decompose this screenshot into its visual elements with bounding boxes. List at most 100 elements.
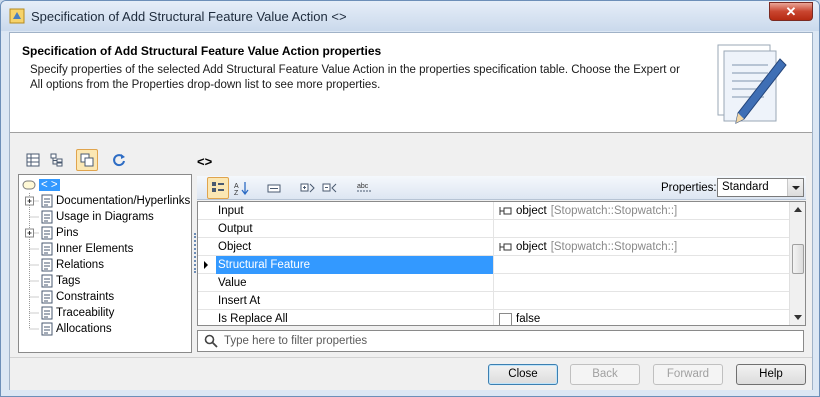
search-icon	[204, 334, 218, 348]
property-name: Insert At	[216, 292, 494, 310]
tree-item[interactable]: Traceability	[23, 305, 114, 321]
dialog-header: Specification of Add Structural Feature …	[10, 33, 812, 133]
property-value[interactable]: false	[495, 310, 790, 326]
tree-item[interactable]: Pins	[23, 225, 78, 241]
tree-connector	[25, 193, 39, 209]
property-row[interactable]: Insert At	[198, 292, 790, 310]
document-pencil-icon	[717, 44, 787, 124]
tree-item-label: Usage in Diagrams	[56, 211, 154, 223]
property-value-text: object	[516, 241, 547, 253]
tree-item-label: Relations	[56, 259, 104, 271]
property-value[interactable]	[495, 274, 790, 292]
window-close-button[interactable]: ✕	[769, 2, 813, 21]
description-panel-icon[interactable]	[263, 177, 285, 199]
filter-properties-input[interactable]: Type here to filter properties	[197, 330, 804, 352]
property-row[interactable]: Value	[198, 274, 790, 292]
page-icon	[41, 258, 53, 272]
page-icon	[41, 306, 53, 320]
property-value[interactable]: object [Stopwatch::Stopwatch::]	[495, 202, 790, 220]
specification-dialog: Specification of Add Structural Feature …	[0, 0, 820, 397]
header-description: Specify properties of the selected Add S…	[30, 64, 680, 91]
scrollbar-thumb[interactable]	[792, 244, 804, 274]
properties-mode-value: Standard	[722, 181, 769, 193]
property-value[interactable]	[495, 292, 790, 310]
close-button[interactable]: Close	[488, 364, 558, 385]
dialog-footer: Close Back Forward Help	[10, 357, 812, 390]
property-name: Object	[216, 238, 494, 256]
back-button[interactable]: Back	[570, 364, 640, 385]
tree-item-label: Inner Elements	[56, 243, 134, 255]
svg-text:abc: abc	[357, 183, 369, 190]
tree-item[interactable]: Tags	[23, 273, 80, 289]
collapse-all-icon[interactable]	[319, 177, 341, 199]
tree-item[interactable]: Allocations	[23, 321, 112, 337]
page-icon	[41, 194, 53, 208]
tree-connector	[29, 305, 39, 321]
page-icon	[41, 290, 53, 304]
object-node-icon	[499, 243, 512, 251]
tree-item[interactable]: Usage in Diagrams	[23, 209, 154, 225]
table-view-icon[interactable]	[22, 149, 44, 171]
row-gutter	[198, 220, 216, 238]
property-row[interactable]: Is Replace All false	[198, 310, 790, 326]
page-icon	[41, 322, 53, 336]
expand-all-icon[interactable]	[297, 177, 319, 199]
tree-item-label: Pins	[56, 227, 79, 239]
row-gutter	[198, 310, 216, 325]
row-gutter	[198, 274, 216, 292]
property-row[interactable]: Object object [Stopwatch::Stopwatch::]	[198, 238, 790, 256]
title-bar[interactable]: Specification of Add Structural Feature …	[1, 1, 819, 31]
tree-view-icon[interactable]	[46, 149, 68, 171]
property-type-text: [Stopwatch::Stopwatch::]	[550, 205, 678, 217]
page-icon	[41, 242, 53, 256]
properties-scrollbar[interactable]	[789, 202, 805, 325]
property-value[interactable]	[495, 256, 790, 274]
page-icon	[41, 210, 53, 224]
property-value[interactable]	[495, 220, 790, 238]
checkbox-icon[interactable]	[499, 312, 512, 326]
tree-item-label: Tags	[56, 275, 81, 287]
tree-item[interactable]: Inner Elements	[23, 241, 133, 257]
window-title: Specification of Add Structural Feature …	[31, 9, 347, 24]
properties-mode-select[interactable]: Standard	[717, 178, 804, 197]
copy-icon[interactable]	[76, 149, 98, 171]
property-row[interactable]: Input object [Stopwatch::Stopwatch::]	[198, 202, 790, 220]
tree-root[interactable]: < >	[22, 177, 60, 193]
svg-text:A: A	[234, 183, 239, 190]
refresh-icon[interactable]	[108, 149, 130, 171]
property-row[interactable]: Output	[198, 220, 790, 238]
properties-mode-label: Properties:	[661, 182, 717, 194]
tree-item[interactable]: Constraints	[23, 289, 114, 305]
sort-alphabetical-icon[interactable]: AZ	[231, 177, 253, 199]
chevron-down-icon	[787, 179, 803, 196]
property-value-text: object	[516, 205, 547, 217]
property-value[interactable]: object [Stopwatch::Stopwatch::]	[495, 238, 790, 256]
tree-item-label: Allocations	[56, 323, 112, 335]
page-icon	[41, 226, 53, 240]
filter-properties-icon[interactable]: abc	[353, 177, 375, 199]
property-name: Is Replace All	[216, 310, 494, 325]
property-name: Value	[216, 274, 494, 292]
tree-connector	[29, 209, 39, 225]
scroll-down-icon[interactable]	[794, 315, 802, 321]
property-name: Structural Feature	[216, 256, 494, 274]
properties-table[interactable]: Input object [Stopwatch::Stopwatch::] Outpu…	[197, 201, 806, 326]
navigation-tree[interactable]: < > Documentation/Hyperlinks Usage in Dia…	[18, 174, 192, 353]
tree-item[interactable]: Relations	[23, 257, 104, 273]
svg-text:Z: Z	[234, 190, 239, 195]
categorized-view-icon[interactable]	[207, 177, 229, 199]
tree-connector	[29, 321, 39, 330]
property-row[interactable]: Structural Feature	[198, 256, 790, 274]
tree-item[interactable]: Documentation/Hyperlinks	[23, 193, 190, 209]
help-button[interactable]: Help	[736, 364, 806, 385]
tree-item-label: Documentation/Hyperlinks	[56, 195, 191, 207]
page-icon	[41, 274, 53, 288]
row-gutter	[198, 292, 216, 310]
tree-connector	[29, 273, 39, 289]
dialog-body: Specification of Add Structural Feature …	[9, 32, 813, 390]
tree-connector	[25, 225, 39, 241]
forward-button[interactable]: Forward	[653, 364, 723, 385]
tree-connector	[29, 289, 39, 305]
scroll-up-icon[interactable]	[794, 206, 802, 212]
row-gutter	[198, 256, 216, 274]
